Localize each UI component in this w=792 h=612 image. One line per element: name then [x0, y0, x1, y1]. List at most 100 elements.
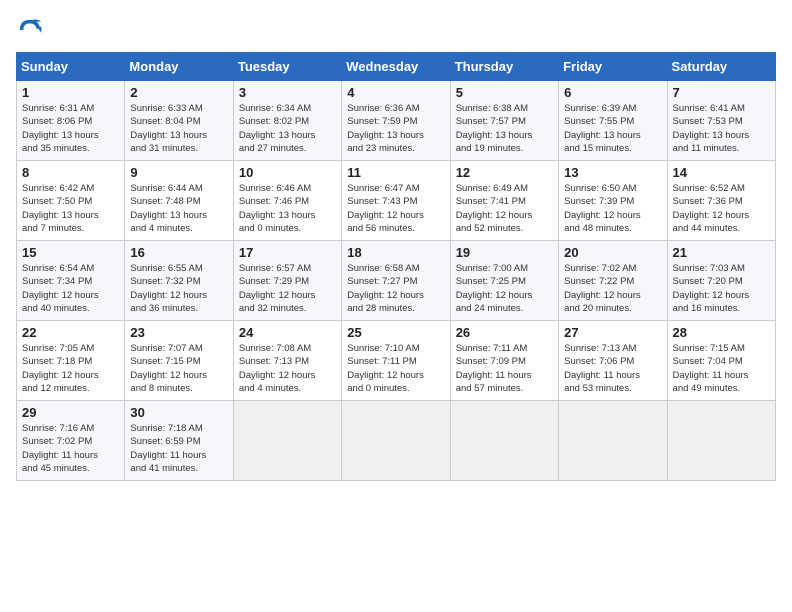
day-number: 21	[673, 245, 770, 260]
page-container: SundayMondayTuesdayWednesdayThursdayFrid…	[0, 0, 792, 489]
calendar-cell: 22 Sunrise: 7:05 AM Sunset: 7:18 PM Dayli…	[17, 321, 125, 401]
day-info: Sunrise: 6:50 AM Sunset: 7:39 PM Dayligh…	[564, 182, 661, 235]
day-number: 20	[564, 245, 661, 260]
calendar-week-5: 29 Sunrise: 7:16 AM Sunset: 7:02 PM Dayli…	[17, 401, 776, 481]
calendar-cell: 12 Sunrise: 6:49 AM Sunset: 7:41 PM Dayli…	[450, 161, 558, 241]
calendar-cell: 11 Sunrise: 6:47 AM Sunset: 7:43 PM Dayli…	[342, 161, 450, 241]
day-number: 10	[239, 165, 336, 180]
calendar-cell: 4 Sunrise: 6:36 AM Sunset: 7:59 PM Daylig…	[342, 81, 450, 161]
calendar-cell: 29 Sunrise: 7:16 AM Sunset: 7:02 PM Dayli…	[17, 401, 125, 481]
calendar-cell: 10 Sunrise: 6:46 AM Sunset: 7:46 PM Dayli…	[233, 161, 341, 241]
calendar-cell: 25 Sunrise: 7:10 AM Sunset: 7:11 PM Dayli…	[342, 321, 450, 401]
calendar-cell: 7Sunrise: 6:41 AM Sunset: 7:53 PM Daylig…	[667, 81, 775, 161]
day-info: Sunrise: 6:55 AM Sunset: 7:32 PM Dayligh…	[130, 262, 227, 315]
calendar-cell: 26 Sunrise: 7:11 AM Sunset: 7:09 PM Dayli…	[450, 321, 558, 401]
day-info: Sunrise: 7:15 AM Sunset: 7:04 PM Dayligh…	[673, 342, 770, 395]
calendar-cell: 19 Sunrise: 7:00 AM Sunset: 7:25 PM Dayli…	[450, 241, 558, 321]
calendar-cell	[450, 401, 558, 481]
day-info: Sunrise: 6:41 AM Sunset: 7:53 PM Dayligh…	[673, 102, 770, 155]
day-info: Sunrise: 6:46 AM Sunset: 7:46 PM Dayligh…	[239, 182, 336, 235]
calendar-week-2: 8 Sunrise: 6:42 AM Sunset: 7:50 PM Daylig…	[17, 161, 776, 241]
day-info: Sunrise: 7:03 AM Sunset: 7:20 PM Dayligh…	[673, 262, 770, 315]
day-info: Sunrise: 6:54 AM Sunset: 7:34 PM Dayligh…	[22, 262, 119, 315]
day-number: 24	[239, 325, 336, 340]
day-info: Sunrise: 7:11 AM Sunset: 7:09 PM Dayligh…	[456, 342, 553, 395]
day-number: 12	[456, 165, 553, 180]
day-number: 29	[22, 405, 119, 420]
day-info: Sunrise: 6:39 AM Sunset: 7:55 PM Dayligh…	[564, 102, 661, 155]
calendar-body: 1 Sunrise: 6:31 AM Sunset: 8:06 PM Daylig…	[17, 81, 776, 481]
weekday-header-monday: Monday	[125, 53, 233, 81]
day-number: 2	[130, 85, 227, 100]
calendar-cell: 14 Sunrise: 6:52 AM Sunset: 7:36 PM Dayli…	[667, 161, 775, 241]
weekday-header-tuesday: Tuesday	[233, 53, 341, 81]
day-info: Sunrise: 6:49 AM Sunset: 7:41 PM Dayligh…	[456, 182, 553, 235]
day-number: 5	[456, 85, 553, 100]
calendar-cell: 30Sunrise: 7:18 AM Sunset: 6:59 PM Dayli…	[125, 401, 233, 481]
day-info: Sunrise: 6:58 AM Sunset: 7:27 PM Dayligh…	[347, 262, 444, 315]
day-info: Sunrise: 6:42 AM Sunset: 7:50 PM Dayligh…	[22, 182, 119, 235]
calendar-cell: 20Sunrise: 7:02 AM Sunset: 7:22 PM Dayli…	[559, 241, 667, 321]
day-info: Sunrise: 7:16 AM Sunset: 7:02 PM Dayligh…	[22, 422, 119, 475]
day-number: 16	[130, 245, 227, 260]
day-number: 19	[456, 245, 553, 260]
day-number: 25	[347, 325, 444, 340]
day-info: Sunrise: 6:44 AM Sunset: 7:48 PM Dayligh…	[130, 182, 227, 235]
calendar-cell: 6Sunrise: 6:39 AM Sunset: 7:55 PM Daylig…	[559, 81, 667, 161]
day-number: 11	[347, 165, 444, 180]
calendar-cell: 2Sunrise: 6:33 AM Sunset: 8:04 PM Daylig…	[125, 81, 233, 161]
calendar-week-3: 15 Sunrise: 6:54 AM Sunset: 7:34 PM Dayli…	[17, 241, 776, 321]
day-number: 8	[22, 165, 119, 180]
day-number: 1	[22, 85, 119, 100]
calendar-cell: 1 Sunrise: 6:31 AM Sunset: 8:06 PM Daylig…	[17, 81, 125, 161]
weekday-header-wednesday: Wednesday	[342, 53, 450, 81]
calendar-cell: 27 Sunrise: 7:13 AM Sunset: 7:06 PM Dayli…	[559, 321, 667, 401]
day-info: Sunrise: 7:00 AM Sunset: 7:25 PM Dayligh…	[456, 262, 553, 315]
calendar-cell: 8 Sunrise: 6:42 AM Sunset: 7:50 PM Daylig…	[17, 161, 125, 241]
calendar-cell: 28 Sunrise: 7:15 AM Sunset: 7:04 PM Dayli…	[667, 321, 775, 401]
day-info: Sunrise: 6:31 AM Sunset: 8:06 PM Dayligh…	[22, 102, 119, 155]
day-number: 18	[347, 245, 444, 260]
header	[16, 16, 776, 44]
day-info: Sunrise: 7:07 AM Sunset: 7:15 PM Dayligh…	[130, 342, 227, 395]
calendar-cell: 9 Sunrise: 6:44 AM Sunset: 7:48 PM Daylig…	[125, 161, 233, 241]
calendar-cell: 3 Sunrise: 6:34 AM Sunset: 8:02 PM Daylig…	[233, 81, 341, 161]
calendar-cell	[233, 401, 341, 481]
day-info: Sunrise: 6:52 AM Sunset: 7:36 PM Dayligh…	[673, 182, 770, 235]
day-number: 28	[673, 325, 770, 340]
weekday-header-sunday: Sunday	[17, 53, 125, 81]
day-info: Sunrise: 6:38 AM Sunset: 7:57 PM Dayligh…	[456, 102, 553, 155]
day-info: Sunrise: 7:08 AM Sunset: 7:13 PM Dayligh…	[239, 342, 336, 395]
calendar-table: SundayMondayTuesdayWednesdayThursdayFrid…	[16, 52, 776, 481]
calendar-header: SundayMondayTuesdayWednesdayThursdayFrid…	[17, 53, 776, 81]
day-number: 26	[456, 325, 553, 340]
day-number: 17	[239, 245, 336, 260]
day-number: 9	[130, 165, 227, 180]
day-info: Sunrise: 6:57 AM Sunset: 7:29 PM Dayligh…	[239, 262, 336, 315]
calendar-cell: 21 Sunrise: 7:03 AM Sunset: 7:20 PM Dayli…	[667, 241, 775, 321]
day-info: Sunrise: 6:36 AM Sunset: 7:59 PM Dayligh…	[347, 102, 444, 155]
day-number: 22	[22, 325, 119, 340]
day-info: Sunrise: 7:05 AM Sunset: 7:18 PM Dayligh…	[22, 342, 119, 395]
weekday-header-saturday: Saturday	[667, 53, 775, 81]
calendar-cell: 23 Sunrise: 7:07 AM Sunset: 7:15 PM Dayli…	[125, 321, 233, 401]
day-number: 3	[239, 85, 336, 100]
day-info: Sunrise: 7:13 AM Sunset: 7:06 PM Dayligh…	[564, 342, 661, 395]
logo	[16, 16, 48, 44]
day-number: 4	[347, 85, 444, 100]
day-info: Sunrise: 6:34 AM Sunset: 8:02 PM Dayligh…	[239, 102, 336, 155]
day-number: 14	[673, 165, 770, 180]
day-number: 15	[22, 245, 119, 260]
day-number: 13	[564, 165, 661, 180]
day-number: 23	[130, 325, 227, 340]
day-info: Sunrise: 6:47 AM Sunset: 7:43 PM Dayligh…	[347, 182, 444, 235]
day-number: 27	[564, 325, 661, 340]
calendar-week-4: 22 Sunrise: 7:05 AM Sunset: 7:18 PM Dayli…	[17, 321, 776, 401]
day-info: Sunrise: 7:10 AM Sunset: 7:11 PM Dayligh…	[347, 342, 444, 395]
calendar-cell: 5 Sunrise: 6:38 AM Sunset: 7:57 PM Daylig…	[450, 81, 558, 161]
day-number: 30	[130, 405, 227, 420]
calendar-cell: 24 Sunrise: 7:08 AM Sunset: 7:13 PM Dayli…	[233, 321, 341, 401]
weekday-header-friday: Friday	[559, 53, 667, 81]
calendar-cell: 17 Sunrise: 6:57 AM Sunset: 7:29 PM Dayli…	[233, 241, 341, 321]
calendar-cell	[667, 401, 775, 481]
